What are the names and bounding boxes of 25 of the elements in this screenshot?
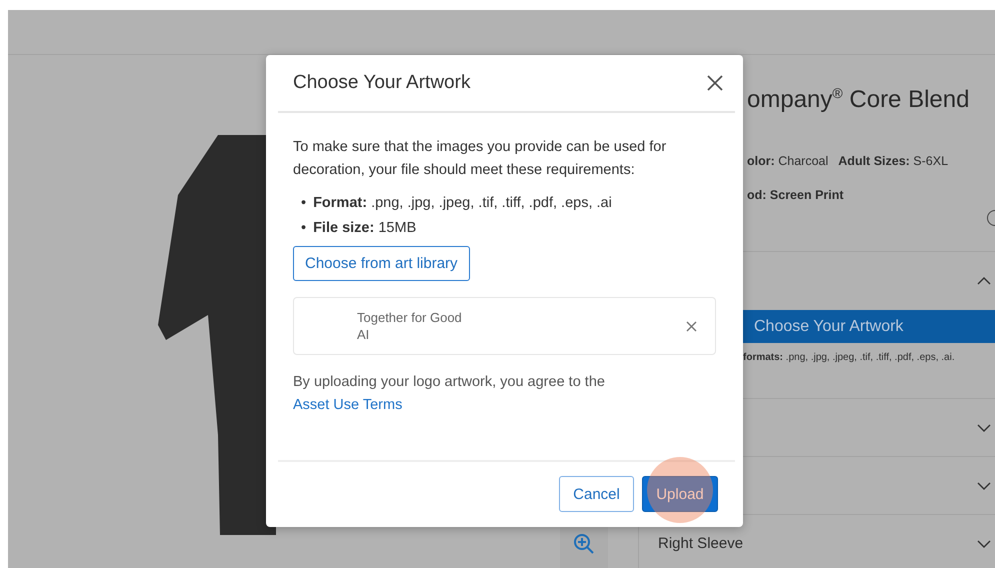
bullet: •: [301, 194, 306, 213]
terms-text: By uploading your logo artwork, you agree to the Asset Use Terms: [293, 373, 606, 415]
chevron-icon[interactable]: [977, 277, 991, 285]
bullet: •: [301, 219, 306, 238]
chevron-icon[interactable]: [977, 482, 991, 490]
section-label[interactable]: Right Sleeve: [658, 535, 744, 552]
requirement-item: Format: .png, .jpg, .jpeg, .tif, .tiff, .pdf, .eps, .ai: [313, 194, 612, 213]
cancel-button[interactable]: Cancel: [559, 476, 634, 512]
chevron-icon[interactable]: [977, 424, 991, 432]
decoration-method: od: Screen Print: [747, 188, 845, 202]
remove-icon[interactable]: [686, 320, 697, 332]
formats-text: formats: .png, .jpg, .jpeg, .tif, .tiff, .pdf, .eps, .ai.: [743, 352, 956, 363]
upload-button[interactable]: Upload: [642, 476, 718, 512]
file-name: Together for Good: [357, 309, 462, 326]
asset-use-terms-link[interactable]: Asset Use Terms: [293, 397, 402, 413]
chevron-icon[interactable]: [977, 540, 991, 548]
product-title: ompany$^{®}$ Core Blend: [747, 84, 970, 114]
file-type: AI: [357, 326, 370, 343]
close-icon[interactable]: [707, 75, 723, 91]
requirement-item: File size: 15MB: [313, 219, 416, 238]
intro-text: To make sure that the images you provide can be used for decoration, your file should meet these requirements:: [293, 138, 668, 180]
art-library-button[interactable]: Choose from art library: [293, 246, 470, 281]
product-detail: Adult Sizes: S-6XL: [838, 154, 948, 168]
dialog-title: Choose Your Artwork: [293, 72, 470, 94]
product-detail: olor: Charcoal: [747, 154, 828, 168]
